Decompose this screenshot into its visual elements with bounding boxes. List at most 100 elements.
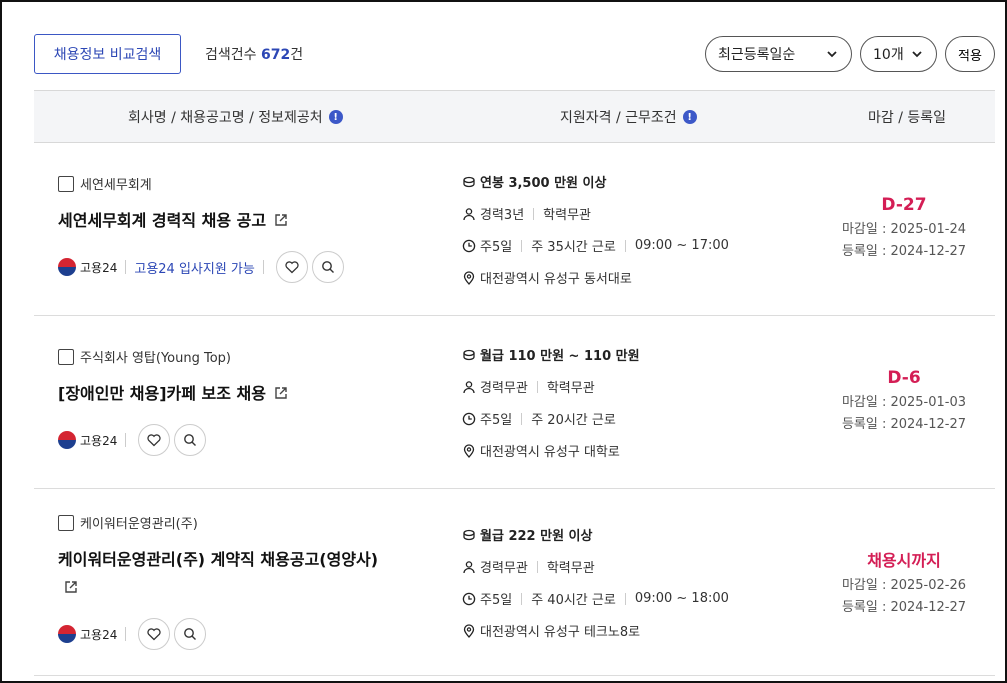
dday-badge: D-6 bbox=[887, 368, 921, 388]
job-title-text[interactable]: [장애인만 채용]카페 보조 채용 bbox=[58, 384, 266, 403]
divider bbox=[624, 592, 626, 605]
external-link-icon[interactable] bbox=[274, 213, 288, 227]
career: 경력무관 bbox=[480, 381, 528, 396]
education: 학력무관 bbox=[543, 208, 591, 223]
goyong24-logo-icon bbox=[58, 625, 76, 643]
location-pin-icon bbox=[463, 623, 475, 638]
job-title[interactable]: 케이워터운영관리(주) 계약직 채용공고(영양사) bbox=[58, 546, 418, 602]
divider bbox=[125, 627, 127, 641]
education: 학력무관 bbox=[546, 381, 595, 396]
header-deadline: 마감 / 등록일 bbox=[868, 110, 947, 126]
work-hours-line: 주5일 주 20시간 근로 bbox=[462, 409, 616, 428]
search-count: 검색건수 672건 bbox=[205, 44, 303, 64]
company-checkbox-label[interactable]: 세연세무회계 bbox=[58, 174, 152, 193]
header-conditions: 지원자격 / 근무조건! bbox=[560, 107, 697, 127]
coin-icon bbox=[463, 349, 475, 360]
salary: 연봉 3,500 만원 이상 bbox=[480, 176, 607, 191]
salary: 월급 110 만원 ~ 110 만원 bbox=[480, 349, 640, 364]
deadline-cell: D-6 마감일 : 2025-01-03 등록일 : 2024-12-27 bbox=[814, 368, 994, 436]
online-apply-link[interactable]: 고용24 입사지원 가능 bbox=[134, 258, 255, 277]
info-icon[interactable]: ! bbox=[328, 110, 343, 124]
deadline-cell: D-27 마감일 : 2025-01-24 등록일 : 2024-12-27 bbox=[814, 195, 994, 263]
compare-search-button[interactable]: 채용정보 비교검색 bbox=[34, 34, 181, 74]
source-name: 고용24 bbox=[80, 433, 118, 448]
search-icon bbox=[321, 261, 334, 273]
source-name: 고용24 bbox=[80, 260, 118, 275]
divider bbox=[262, 260, 264, 274]
heart-icon bbox=[147, 434, 161, 447]
work-hours: 주 20시간 근로 bbox=[531, 413, 616, 428]
table-row: 주식회사 영탑(Young Top) [장애인만 채용]카페 보조 채용 고용2… bbox=[34, 316, 995, 489]
salary-line: 연봉 3,500 만원 이상 bbox=[462, 172, 606, 191]
job-title-text[interactable]: 케이워터운영관리(주) 계약직 채용공고(영양사) bbox=[58, 550, 378, 569]
apply-button[interactable]: 적용 bbox=[945, 36, 995, 72]
career: 경력3년 bbox=[480, 208, 525, 223]
sort-select-value: 최근등록일순 bbox=[718, 47, 796, 63]
search-icon bbox=[184, 434, 197, 446]
row-checkbox[interactable] bbox=[58, 175, 74, 192]
deadline-date: 마감일 : 2025-02-26 bbox=[841, 578, 967, 593]
source-name: 고용24 bbox=[80, 627, 118, 642]
work-hours: 주 35시간 근로 bbox=[531, 240, 616, 255]
row-footer: 고용24 bbox=[58, 424, 207, 456]
salary-line: 월급 222 만원 이상 bbox=[462, 525, 592, 544]
divider bbox=[536, 380, 538, 393]
source-logo: 고용24 bbox=[58, 431, 117, 449]
goyong24-logo-icon bbox=[58, 431, 76, 449]
favorite-button[interactable] bbox=[138, 618, 171, 650]
work-hours-line: 주5일 주 40시간 근로 09:00 ~ 18:00 bbox=[462, 589, 729, 608]
favorite-button[interactable] bbox=[138, 424, 171, 456]
favorite-button[interactable] bbox=[275, 251, 308, 283]
location: 대전광역시 유성구 대학로 bbox=[480, 445, 620, 460]
detail-search-button[interactable] bbox=[174, 424, 207, 456]
deadline-cell: 채용시까지 마감일 : 2025-02-26 등록일 : 2024-12-27 bbox=[814, 547, 994, 619]
salary-line: 월급 110 만원 ~ 110 만원 bbox=[462, 345, 640, 364]
education: 학력무관 bbox=[546, 561, 595, 576]
external-link-icon[interactable] bbox=[64, 580, 78, 594]
divider bbox=[521, 412, 523, 425]
external-link-icon[interactable] bbox=[274, 386, 288, 400]
job-title[interactable]: [장애인만 채용]카페 보조 채용 bbox=[58, 380, 288, 408]
job-title-text[interactable]: 세연세무회계 경력직 채용 공고 bbox=[58, 211, 266, 230]
search-count-unit: 건 bbox=[290, 47, 304, 63]
qualification-line: 경력3년 학력무관 bbox=[462, 204, 591, 223]
location-line: 대전광역시 유성구 동서대로 bbox=[462, 268, 632, 287]
work-days: 주5일 bbox=[480, 240, 513, 255]
job-list-page: 채용정보 비교검색 검색건수 672건 최근등록일순 10개 적용 회사명 / … bbox=[0, 0, 1007, 683]
work-hours-line: 주5일 주 35시간 근로 09:00 ~ 17:00 bbox=[462, 236, 729, 255]
person-icon bbox=[463, 560, 475, 573]
clock-icon bbox=[462, 239, 476, 252]
dday-badge: 채용시까지 bbox=[867, 551, 941, 570]
company-name: 케이워터운영관리(주) bbox=[80, 517, 198, 532]
company-checkbox-label[interactable]: 주식회사 영탑(Young Top) bbox=[58, 347, 231, 366]
search-icon bbox=[184, 628, 197, 640]
deadline-date: 마감일 : 2025-01-24 bbox=[841, 222, 967, 237]
detail-search-button[interactable] bbox=[174, 618, 207, 650]
table-row: 세연세무회계 세연세무회계 경력직 채용 공고 고용24 고용24 입사지원 가… bbox=[34, 143, 995, 316]
per-page-select-value: 10개 bbox=[873, 47, 904, 63]
company-checkbox-label[interactable]: 케이워터운영관리(주) bbox=[58, 513, 198, 532]
registered-date: 등록일 : 2024-12-27 bbox=[841, 600, 967, 615]
qualification-line: 경력무관 학력무관 bbox=[462, 557, 595, 576]
detail-search-button[interactable] bbox=[311, 251, 344, 283]
location: 대전광역시 유성구 테크노8로 bbox=[480, 625, 641, 640]
work-days: 주5일 bbox=[480, 593, 513, 608]
table-row: 케이워터운영관리(주) 케이워터운영관리(주) 계약직 채용공고(영양사) 고용… bbox=[34, 489, 995, 676]
header-company: 회사명 / 채용공고명 / 정보제공처! bbox=[128, 107, 343, 127]
clock-icon bbox=[462, 592, 476, 605]
location-pin-icon bbox=[463, 443, 475, 458]
work-time: 09:00 ~ 17:00 bbox=[634, 238, 729, 253]
coin-icon bbox=[463, 529, 475, 540]
row-footer: 고용24 고용24 입사지원 가능 bbox=[58, 251, 344, 283]
deadline-date: 마감일 : 2025-01-03 bbox=[841, 395, 967, 410]
divider bbox=[125, 433, 127, 447]
row-checkbox[interactable] bbox=[58, 348, 74, 365]
table-header: 회사명 / 채용공고명 / 정보제공처! 지원자격 / 근무조건! 마감 / 등… bbox=[34, 90, 995, 143]
job-title[interactable]: 세연세무회계 경력직 채용 공고 bbox=[58, 207, 288, 235]
work-hours: 주 40시간 근로 bbox=[531, 593, 616, 608]
coin-icon bbox=[463, 176, 475, 187]
sort-select[interactable]: 최근등록일순 bbox=[705, 36, 852, 72]
row-checkbox[interactable] bbox=[58, 514, 74, 531]
per-page-select[interactable]: 10개 bbox=[860, 36, 937, 72]
info-icon[interactable]: ! bbox=[682, 110, 697, 124]
